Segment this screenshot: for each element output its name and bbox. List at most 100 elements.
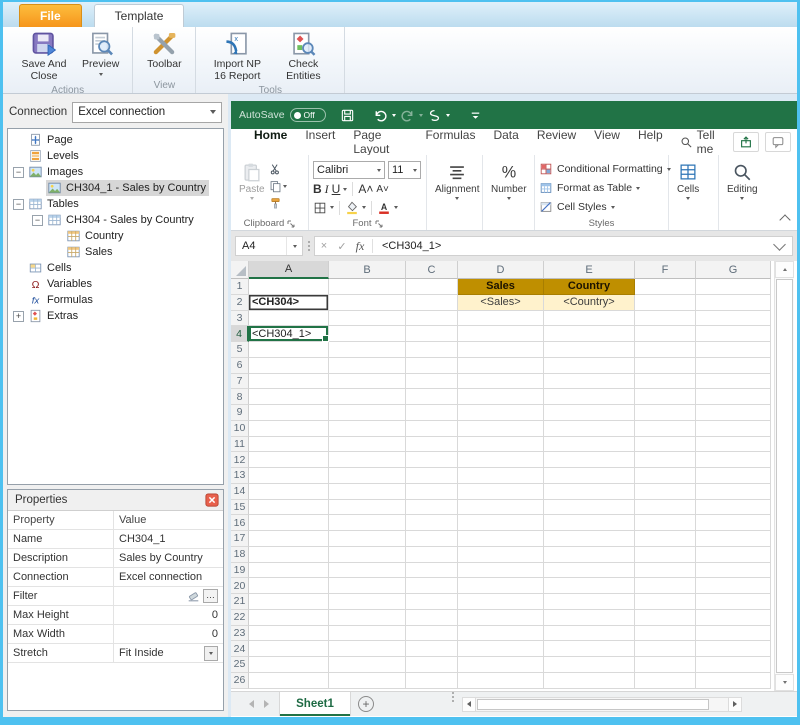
row-header-23[interactable]: 23 xyxy=(231,626,249,642)
tree-item-variables[interactable]: ΩVariables xyxy=(8,276,223,292)
cell-a14[interactable] xyxy=(249,484,329,500)
cell-a20[interactable] xyxy=(249,578,329,594)
cut-icon[interactable] xyxy=(269,162,287,177)
cell-d24[interactable] xyxy=(458,641,544,657)
cell-f17[interactable] xyxy=(635,531,696,547)
cell-c11[interactable] xyxy=(406,437,458,453)
column-header-d[interactable]: D xyxy=(458,261,544,279)
row-header-20[interactable]: 20 xyxy=(231,578,249,594)
comment-icon[interactable] xyxy=(765,132,791,152)
cell-b24[interactable] xyxy=(329,641,406,657)
cell-g4[interactable] xyxy=(696,326,771,342)
cell-f16[interactable] xyxy=(635,515,696,531)
cell-d10[interactable] xyxy=(458,421,544,437)
fill-color-dropdown-icon[interactable] xyxy=(362,206,366,209)
cell-d15[interactable] xyxy=(458,500,544,516)
cell-g25[interactable] xyxy=(696,657,771,673)
cell-a24[interactable] xyxy=(249,641,329,657)
sheet-tab-sheet1[interactable]: Sheet1 xyxy=(279,692,351,716)
row-header-18[interactable]: 18 xyxy=(231,547,249,563)
cell-e5[interactable] xyxy=(544,342,635,358)
format-painter-icon[interactable] xyxy=(269,196,287,211)
column-header-f[interactable]: F xyxy=(635,261,696,279)
save-and-close-button[interactable]: Save And Close xyxy=(11,29,77,84)
row-header-7[interactable]: 7 xyxy=(231,374,249,390)
cell-e24[interactable] xyxy=(544,641,635,657)
expand-formula-bar-icon[interactable] xyxy=(773,238,786,251)
cell-a19[interactable] xyxy=(249,563,329,579)
cell-e25[interactable] xyxy=(544,657,635,673)
cell-a22[interactable] xyxy=(249,610,329,626)
cell-a16[interactable] xyxy=(249,515,329,531)
row-header-6[interactable]: 6 xyxy=(231,358,249,374)
cell-d9[interactable] xyxy=(458,405,544,421)
cell-e13[interactable] xyxy=(544,468,635,484)
cell-g20[interactable] xyxy=(696,578,771,594)
cell-b3[interactable] xyxy=(329,311,406,327)
cell-e20[interactable] xyxy=(544,578,635,594)
cell-g1[interactable] xyxy=(696,279,771,295)
cell-b2[interactable] xyxy=(329,295,406,311)
cells-button[interactable]: Cells xyxy=(673,158,703,216)
cell-b26[interactable] xyxy=(329,673,406,689)
paste-button[interactable]: Paste xyxy=(235,158,269,216)
cell-f14[interactable] xyxy=(635,484,696,500)
horizontal-scroll-thumb[interactable] xyxy=(477,699,709,710)
cell-g24[interactable] xyxy=(696,641,771,657)
cell-c20[interactable] xyxy=(406,578,458,594)
cell-f21[interactable] xyxy=(635,594,696,610)
cell-e15[interactable] xyxy=(544,500,635,516)
cell-a7[interactable] xyxy=(249,374,329,390)
cell-c22[interactable] xyxy=(406,610,458,626)
cell-d11[interactable] xyxy=(458,437,544,453)
font-color-icon[interactable]: A xyxy=(377,201,391,215)
row-header-17[interactable]: 17 xyxy=(231,531,249,547)
italic-button[interactable]: I xyxy=(325,182,329,197)
tree-item-page[interactable]: Page xyxy=(8,132,223,148)
cell-b23[interactable] xyxy=(329,626,406,642)
cell-e6[interactable] xyxy=(544,358,635,374)
font-size-select[interactable]: 11 xyxy=(388,161,421,179)
cell-c23[interactable] xyxy=(406,626,458,642)
cell-c16[interactable] xyxy=(406,515,458,531)
cell-e12[interactable] xyxy=(544,452,635,468)
underline-dropdown-icon[interactable] xyxy=(343,188,347,191)
horizontal-scrollbar[interactable] xyxy=(462,696,742,712)
tree-item-cells[interactable]: Cells xyxy=(8,260,223,276)
cell-g10[interactable] xyxy=(696,421,771,437)
editing-button[interactable]: Editing xyxy=(723,158,762,216)
insert-function-icon[interactable]: fx xyxy=(351,239,369,254)
cell-d3[interactable] xyxy=(458,311,544,327)
column-header-a[interactable]: A xyxy=(249,261,329,279)
cell-a8[interactable] xyxy=(249,389,329,405)
underline-button[interactable]: U xyxy=(332,182,341,196)
cell-d18[interactable] xyxy=(458,547,544,563)
cell-a9[interactable] xyxy=(249,405,329,421)
cell-b18[interactable] xyxy=(329,547,406,563)
cell-c2[interactable] xyxy=(406,295,458,311)
bold-button[interactable]: B xyxy=(313,182,322,196)
cell-b19[interactable] xyxy=(329,563,406,579)
cell-d21[interactable] xyxy=(458,594,544,610)
cell-f13[interactable] xyxy=(635,468,696,484)
cell-e11[interactable] xyxy=(544,437,635,453)
redo-dropdown-icon[interactable] xyxy=(419,114,423,117)
vertical-scrollbar[interactable] xyxy=(774,261,794,691)
row-header-8[interactable]: 8 xyxy=(231,389,249,405)
row-header-21[interactable]: 21 xyxy=(231,594,249,610)
row-header-12[interactable]: 12 xyxy=(231,452,249,468)
cell-c17[interactable] xyxy=(406,531,458,547)
cell-d16[interactable] xyxy=(458,515,544,531)
cell-g5[interactable] xyxy=(696,342,771,358)
undo-icon[interactable] xyxy=(373,108,388,123)
tree-item-formulas[interactable]: fxFormulas xyxy=(8,292,223,308)
name-box[interactable]: A4 xyxy=(235,236,303,256)
row-header-16[interactable]: 16 xyxy=(231,515,249,531)
scroll-down-button[interactable] xyxy=(775,674,794,691)
cancel-entry-icon[interactable]: × xyxy=(315,240,333,252)
minus-expander-icon[interactable]: − xyxy=(13,199,24,210)
row-header-15[interactable]: 15 xyxy=(231,500,249,516)
property-row-description[interactable]: DescriptionSales by Country xyxy=(8,549,223,568)
cell-d20[interactable] xyxy=(458,578,544,594)
font-name-select[interactable]: Calibri xyxy=(313,161,385,179)
